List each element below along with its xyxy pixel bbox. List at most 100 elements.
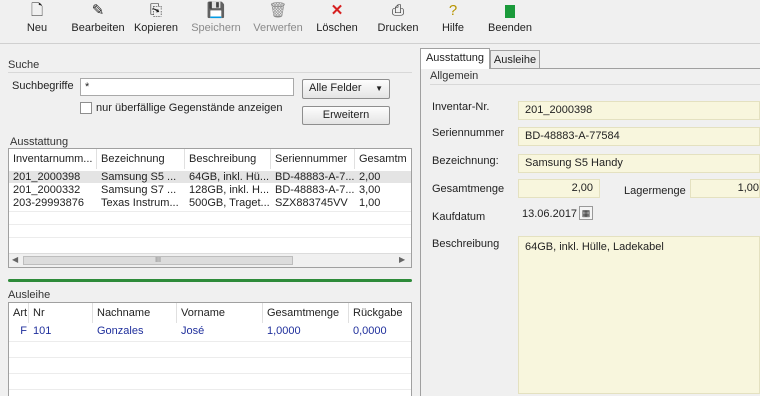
copy-button[interactable]: ⎘ Kopieren <box>130 2 182 42</box>
table-cell: 203-29993876 <box>13 197 84 209</box>
table-row[interactable]: 201_2000332 Samsung S7 ... 128GB, inkl. … <box>9 184 411 196</box>
overdue-checkbox[interactable] <box>80 102 92 114</box>
loan-section-title: Ausleihe <box>8 289 51 301</box>
table-cell: 64GB, inkl. Hü... <box>189 171 270 183</box>
grid-line <box>9 357 411 358</box>
table-row[interactable]: 201_2000398 Samsung S5 ... 64GB, inkl. H… <box>9 171 411 183</box>
grid-line <box>9 389 411 390</box>
exit-button[interactable]: Beenden <box>488 2 532 42</box>
loan-table: Art Nr Nachname Vorname Gesamtmenge Rück… <box>8 302 412 396</box>
search-label: Suchbegriffe <box>12 80 74 92</box>
table-cell: 1,00 <box>359 197 381 209</box>
help-bulb-icon: ? <box>448 2 458 19</box>
scroll-left-arrow-icon[interactable]: ◀ <box>12 255 18 264</box>
save-button[interactable]: 💾 Speichern <box>188 2 244 42</box>
splitter-bar[interactable] <box>8 279 412 282</box>
equipment-col-header[interactable]: Gesamtm <box>355 149 411 169</box>
table-cell: 1,0000 <box>267 325 301 337</box>
scroll-right-arrow-icon[interactable]: ▶ <box>399 255 405 264</box>
stock-quantity-field[interactable]: 1,00 <box>690 179 760 198</box>
table-cell: 128GB, inkl. H... <box>189 184 270 196</box>
table-cell: José <box>181 325 205 337</box>
toolbar: 🗋 Neu ✎ Bearbeiten ⎘ Kopieren 💾 Speicher… <box>0 0 760 44</box>
expand-button[interactable]: Erweitern <box>302 106 390 125</box>
discard-bin-icon: 🗑 <box>268 2 288 19</box>
discard-button[interactable]: 🗑 Verwerfen <box>250 2 306 42</box>
table-cell: Gonzales <box>97 325 144 337</box>
loan-col-header[interactable]: Gesamtmenge <box>263 303 349 323</box>
table-cell: 500GB, Traget... <box>189 197 270 209</box>
equipment-section-title: Ausstattung <box>10 136 69 148</box>
copy-icon: ⎘ <box>149 2 162 19</box>
scroll-thumb[interactable]: III <box>23 256 293 265</box>
general-group-title: Allgemein <box>430 70 479 82</box>
exit-door-icon <box>488 2 532 20</box>
search-section-title: Suche <box>8 59 40 71</box>
inventory-label: Inventar-Nr. <box>432 101 490 113</box>
save-disk-icon: 💾 <box>206 2 226 19</box>
serial-field[interactable]: BD-48883-A-77584 <box>518 127 760 146</box>
table-cell: 0,0000 <box>353 325 387 337</box>
stock-quantity-label: Lagermenge <box>624 185 686 197</box>
table-cell: 3,00 <box>359 184 381 196</box>
table-cell: Texas Instrum... <box>101 197 179 209</box>
equipment-col-header[interactable]: Bezeichnung <box>97 149 185 169</box>
table-cell: F <box>20 325 27 337</box>
table-cell: Samsung S7 ... <box>101 184 177 196</box>
delete-x-icon: ✕ <box>330 2 344 19</box>
table-row[interactable]: 203-29993876 Texas Instrum... 500GB, Tra… <box>9 197 411 209</box>
equipment-col-header[interactable]: Seriennummer <box>271 149 355 169</box>
search-divider <box>8 72 412 73</box>
table-cell: BD-48883-A-7... <box>275 184 355 196</box>
grid-line <box>9 211 411 212</box>
equipment-col-header[interactable]: Inventarnumm... <box>9 149 97 169</box>
description-field[interactable]: 64GB, inkl. Hülle, Ladekabel <box>518 236 760 394</box>
edit-button[interactable]: ✎ Bearbeiten <box>68 2 128 42</box>
field-filter-value: Alle Felder <box>309 82 362 94</box>
print-button[interactable]: ⎙ Drucken <box>376 2 420 42</box>
tab-ausleihe[interactable]: Ausleihe <box>490 50 540 68</box>
equipment-table: Inventarnumm... Bezeichnung Beschreibung… <box>8 148 412 268</box>
description-label: Beschreibung <box>432 238 500 250</box>
new-button[interactable]: 🗋 Neu <box>22 2 52 42</box>
calendar-icon[interactable]: ▦ <box>579 206 593 220</box>
grid-line <box>9 237 411 238</box>
search-input[interactable]: * <box>80 78 294 96</box>
name-label: Bezeichnung: <box>432 155 499 167</box>
horizontal-scrollbar[interactable]: ◀ III ▶ <box>9 253 411 267</box>
printer-icon: ⎙ <box>391 2 404 19</box>
total-quantity-field[interactable]: 2,00 <box>518 179 600 198</box>
edit-pen-icon: ✎ <box>91 2 105 19</box>
delete-button[interactable]: ✕ Löschen <box>314 2 360 42</box>
loan-col-header[interactable]: Rückgabe <box>349 303 411 323</box>
field-filter-select[interactable]: Alle Felder ▼ <box>302 79 390 99</box>
table-cell: 201_2000398 <box>13 171 81 183</box>
grid-line <box>9 341 411 342</box>
table-cell: 101 <box>33 325 52 337</box>
inventory-field[interactable]: 201_2000398 <box>518 101 760 120</box>
table-row[interactable]: F 101 Gonzales José 1,0000 0,0000 <box>9 325 411 337</box>
overdue-checkbox-label: nur überfällige Gegenstände anzeigen <box>96 102 283 114</box>
table-cell: 201_2000332 <box>13 184 81 196</box>
purchase-date-label: Kaufdatum <box>432 211 486 223</box>
loan-col-header[interactable]: Nr <box>29 303 93 323</box>
table-cell: 2,00 <box>359 171 381 183</box>
loan-col-header[interactable]: Vorname <box>177 303 263 323</box>
name-field[interactable]: Samsung S5 Handy <box>518 154 760 173</box>
loan-col-header[interactable]: Nachname <box>93 303 177 323</box>
table-cell: SZX883745VV <box>275 197 348 209</box>
general-divider <box>430 84 760 85</box>
tab-ausstattung[interactable]: Ausstattung <box>420 48 490 69</box>
grid-line <box>9 373 411 374</box>
table-cell: BD-48883-A-7... <box>275 171 355 183</box>
help-button[interactable]: ? Hilfe <box>438 2 468 42</box>
serial-label: Seriennummer <box>432 127 505 139</box>
grid-line <box>9 224 411 225</box>
purchase-date-field[interactable]: 13.06.2017 <box>522 208 577 220</box>
new-document-icon: 🗋 <box>30 2 44 19</box>
total-quantity-label: Gesamtmenge <box>432 183 505 195</box>
equipment-col-header[interactable]: Beschreibung <box>185 149 271 169</box>
table-cell: Samsung S5 ... <box>101 171 177 183</box>
loan-col-header[interactable]: Art <box>9 303 29 323</box>
chevron-down-icon: ▼ <box>375 84 383 93</box>
